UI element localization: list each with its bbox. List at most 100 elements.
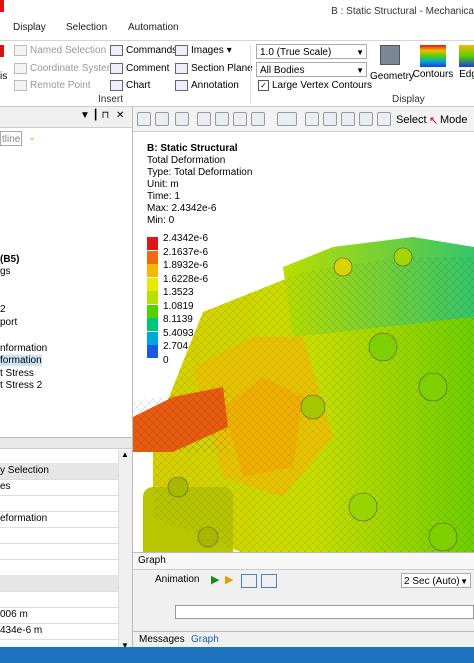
details-scrollbar[interactable]: ▲ ▼ xyxy=(118,450,132,650)
legend-label: 1.0819 xyxy=(163,300,194,312)
result-title: B: Static Structural xyxy=(147,143,238,154)
result-info-block: B: Static Structural Total Deformation T… xyxy=(147,143,252,227)
graph-pane-header: Graph xyxy=(133,553,474,570)
zoom-fit-icon[interactable] xyxy=(175,112,189,126)
tree-item[interactable]: (B5) xyxy=(0,254,19,265)
animation-speed-combo[interactable]: 2 Sec (Auto) ▼ xyxy=(401,573,471,588)
contours-button[interactable]: Contours xyxy=(412,45,454,80)
pin-icon[interactable]: ▼ ┃ ⊓ xyxy=(80,110,109,121)
section-plane-button[interactable]: Section Plane xyxy=(175,63,253,74)
ribbon-separator xyxy=(250,45,251,103)
red-tool-icon[interactable] xyxy=(0,45,4,57)
play-icon[interactable]: ▶ xyxy=(211,573,219,586)
outline-search-input[interactable]: tline xyxy=(0,131,22,146)
legend-label: 2.4342e-6 xyxy=(163,233,209,244)
details-row: 434e-6 m xyxy=(0,623,118,640)
tab-automation[interactable]: Automation xyxy=(128,22,179,33)
images-button[interactable]: Images ▾ xyxy=(175,45,232,56)
annotation-button[interactable]: Annotation xyxy=(175,80,239,91)
details-row[interactable] xyxy=(0,527,118,544)
box-zoom-icon[interactable] xyxy=(377,112,391,126)
ribbon-tab-bar: Display Selection Automation B : Static … xyxy=(0,0,474,41)
legend-label: 1.8932e-6 xyxy=(163,260,209,271)
details-row[interactable]: eformation xyxy=(0,511,118,528)
result-info-line: Unit: m xyxy=(147,179,179,190)
close-icon[interactable]: ✕ xyxy=(116,110,124,121)
zoom-icon[interactable] xyxy=(137,112,151,126)
ribbon: is Named Selection Coordinate System Rem… xyxy=(0,41,474,107)
legend-swatch xyxy=(147,277,158,291)
tree-item[interactable]: t Stress xyxy=(0,368,34,379)
scroll-up-icon[interactable]: ▲ xyxy=(121,450,129,459)
outline-panel: ▼ ┃ ⊓ ✕ tline ⌄ (B5) gs 2 port nformatio… xyxy=(0,107,133,650)
tab-selection[interactable]: Selection xyxy=(66,22,107,33)
view-cube-icon[interactable] xyxy=(215,112,229,126)
filter-chevron-icon[interactable]: ⌄ xyxy=(28,132,36,143)
select-button[interactable]: Select xyxy=(396,114,427,126)
legend-label: 8.1139 xyxy=(163,314,193,325)
frames-icon[interactable] xyxy=(241,574,257,588)
details-row[interactable]: es xyxy=(0,479,118,496)
play-forward-icon[interactable]: ▶ xyxy=(225,573,233,586)
tree-item[interactable]: gs xyxy=(0,266,11,277)
outline-panel-header: ▼ ┃ ⊓ ✕ xyxy=(0,107,132,128)
commands-button[interactable]: Commands xyxy=(110,45,177,56)
legend-label: 2.704 xyxy=(163,341,189,352)
display-options-icon[interactable] xyxy=(251,112,265,126)
chart-button[interactable]: Chart xyxy=(110,80,150,91)
legend-swatch xyxy=(147,250,158,264)
bodies-combo[interactable]: All Bodies ▼ xyxy=(256,62,367,77)
rotate-icon[interactable] xyxy=(277,112,297,126)
scale-combo[interactable]: 1.0 (True Scale) ▼ xyxy=(256,44,367,59)
distributed-icon[interactable] xyxy=(261,574,277,588)
render-settings-icon[interactable] xyxy=(233,112,247,126)
status-bar xyxy=(0,647,474,663)
coordinate-system-button[interactable]: Coordinate System xyxy=(14,63,115,74)
cursor-icon[interactable]: ↖ xyxy=(429,114,438,127)
animation-timeline[interactable] xyxy=(175,605,474,619)
tab-graph[interactable]: Graph xyxy=(191,634,219,645)
details-row[interactable] xyxy=(0,559,118,576)
edges-icon xyxy=(459,45,474,67)
large-vertex-contours-checkbox[interactable]: ✓ Large Vertex Contours xyxy=(258,80,372,91)
tab-messages[interactable]: Messages xyxy=(139,634,185,645)
tab-display[interactable]: Display xyxy=(13,22,46,33)
checkbox-check-icon: ✓ xyxy=(258,80,269,91)
images-icon xyxy=(175,45,188,56)
graph-header-label: Graph xyxy=(138,555,166,566)
legend-swatch xyxy=(147,318,158,331)
iso-view-icon[interactable] xyxy=(197,112,211,126)
details-row[interactable] xyxy=(0,495,118,512)
named-selection-button[interactable]: Named Selection xyxy=(14,45,106,56)
legend-swatch xyxy=(147,291,158,304)
remote-point-button[interactable]: Remote Point xyxy=(14,80,91,91)
legend-swatch xyxy=(147,331,158,345)
zoom-in-icon[interactable] xyxy=(323,112,337,126)
legend-label: 1.3523 xyxy=(163,287,194,298)
geometry-button[interactable]: Geometry xyxy=(370,45,414,82)
chevron-down-icon: ▼ xyxy=(356,66,364,75)
app-logo-sliver xyxy=(0,0,4,12)
edges-button[interactable]: Edg xyxy=(456,45,474,80)
zoom-to-fit-icon[interactable] xyxy=(359,112,373,126)
legend-swatch xyxy=(147,237,158,250)
tree-item-selected[interactable]: formation xyxy=(0,355,42,366)
tree-item[interactable]: nformation xyxy=(0,343,47,354)
chart-icon xyxy=(110,80,123,91)
commands-icon xyxy=(110,45,123,56)
tree-item[interactable]: t Stress 2 xyxy=(0,380,42,391)
pan-icon[interactable] xyxy=(305,112,319,126)
geometry-cube-icon xyxy=(380,45,400,65)
tree-item[interactable]: 2 xyxy=(0,304,6,315)
tree-item[interactable]: port xyxy=(0,317,17,328)
mode-button[interactable]: Mode xyxy=(440,114,468,126)
zoom-box-icon[interactable] xyxy=(155,112,169,126)
details-row[interactable] xyxy=(0,591,118,608)
details-row[interactable] xyxy=(0,543,118,560)
animation-label: Animation xyxy=(155,574,200,585)
result-info-line: Max: 2.4342e-6 xyxy=(147,203,217,214)
comment-button[interactable]: Comment xyxy=(110,63,169,74)
zoom-out-icon[interactable] xyxy=(341,112,355,126)
result-info-line: Time: 1 xyxy=(147,191,180,202)
named-selection-icon xyxy=(14,45,27,56)
